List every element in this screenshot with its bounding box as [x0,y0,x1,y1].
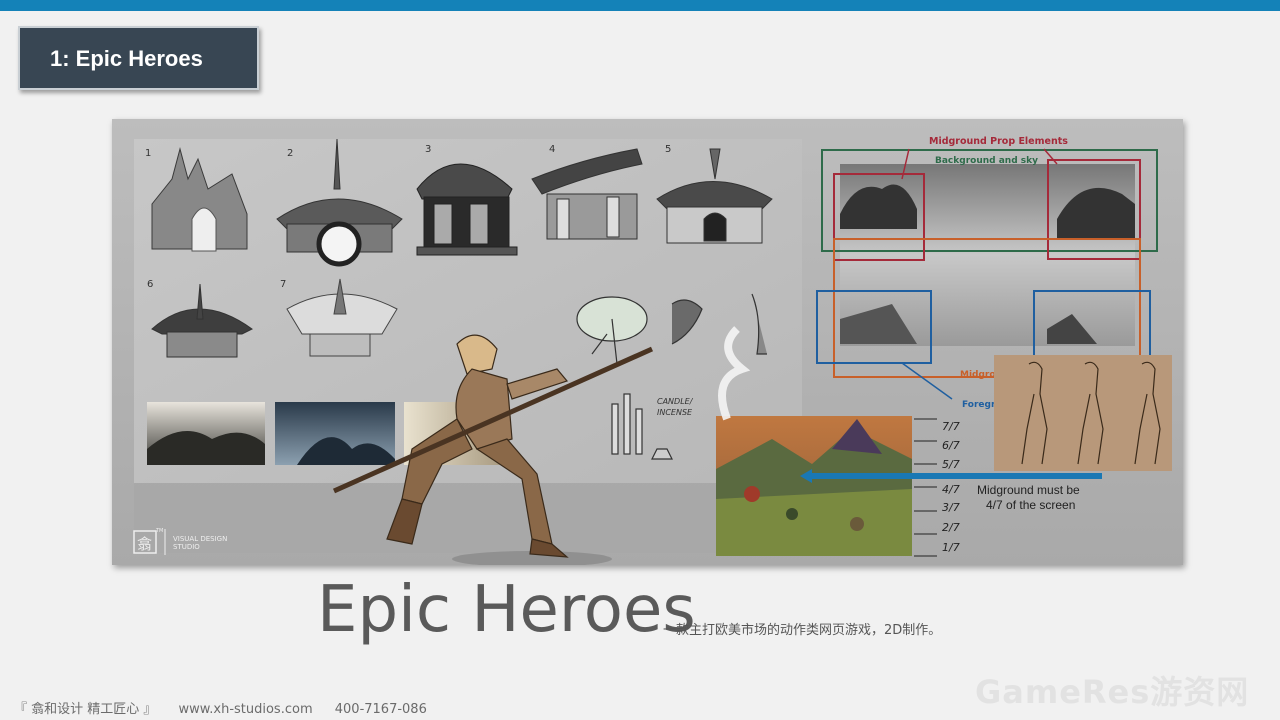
incense-annotation: INCENSE [657,408,693,417]
scale-label: 3/7 [942,501,960,514]
section-title-text: 1: Epic Heroes [50,46,203,71]
watermark: GameRes游资网 [975,673,1250,711]
midground-prop-label: Midground Prop Elements [929,136,1068,147]
studio-tm: TM [155,528,163,534]
sketch-number: 1 [145,148,151,159]
sketch-number: 5 [665,144,671,155]
scale-label: 4/7 [942,483,960,496]
sketch-number: 4 [549,144,555,155]
foreground-label: Foregr [962,400,996,410]
candle-annotation: CANDLE/ [657,397,694,406]
slide-description: 一款主打欧美市场的动作类网页游戏，2D制作。 [663,623,942,638]
footer-slogan: 『 翕和设计 精工匠心 』 [14,702,157,717]
scale-label: 1/7 [942,541,960,554]
footer-website[interactable]: www.xh-studios.com [179,702,313,717]
top-accent-bar [0,0,1280,11]
sketch-number: 6 [147,279,153,290]
sketch-number: 2 [287,148,293,159]
sketch-number: 3 [425,144,431,155]
scale-label: 2/7 [942,521,960,534]
midground-note-line-1: Midground must be [977,483,1080,497]
footer: 『 翕和设计 精工匠心 』 www.xh-studios.com 400-716… [14,698,445,717]
background-sky-label: Background and sky [935,156,1038,166]
concept-art-image: 1 2 3 4 5 6 7 CANDLE/ INCENSE 翕 TM VISUA… [112,119,1183,565]
midground-label: Midgro [960,370,996,380]
studio-logo-glyph: 翕 [137,535,152,553]
floor-reflection [134,483,802,553]
section-title-tab: 1: Epic Heroes [18,26,259,90]
sketch-number: 7 [280,279,286,290]
studio-label-line-1: VISUAL DESIGN [173,535,227,543]
scale-label: 5/7 [942,458,960,471]
scale-label: 6/7 [942,439,960,452]
midground-note-line-2: 4/7 of the screen [986,498,1075,512]
studio-label-line-2: STUDIO [173,543,200,551]
footer-phone: 400-7167-086 [334,702,427,717]
character-lineup-panel [994,355,1172,471]
scale-label: 7/7 [942,420,960,433]
slide-heading: Epic Heroes [317,573,696,647]
